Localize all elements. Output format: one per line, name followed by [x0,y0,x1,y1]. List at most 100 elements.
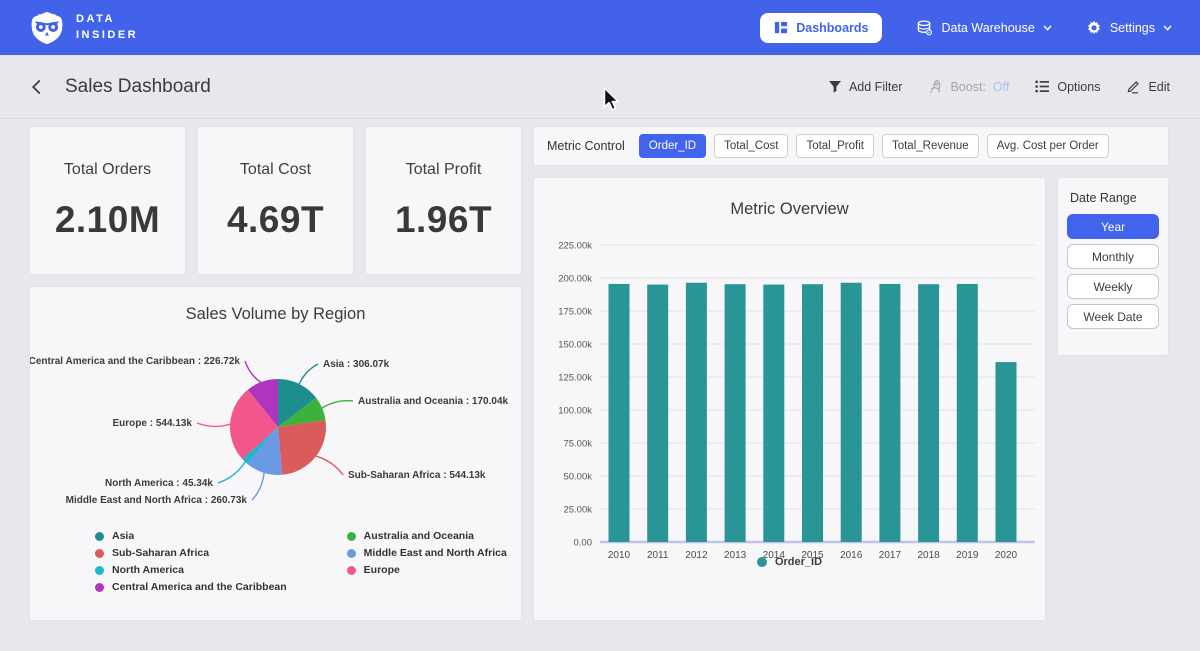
pencil-icon [1126,79,1141,94]
date-range-panel: Date Range Year Monthly Weekly Week Date [1058,178,1168,355]
bar-2012[interactable] [686,283,707,542]
bar-2019[interactable] [957,284,978,542]
kpi-value: 1.96T [395,199,492,241]
pie-slice-sub-saharan-africa[interactable] [278,420,326,475]
bar-2020[interactable] [996,362,1017,542]
options-button[interactable]: Options [1035,80,1100,94]
kpi-label: Total Cost [240,161,311,179]
legend-dot [95,566,104,575]
pie-chart-title: Sales Volume by Region [30,287,521,324]
bar-2016[interactable] [841,283,862,542]
date-range-weekly[interactable]: Weekly [1067,274,1159,299]
bar-2017[interactable] [879,284,900,542]
svg-text:100.00k: 100.00k [558,406,592,417]
legend-label: Asia [112,530,134,542]
metric-chip-total-profit[interactable]: Total_Profit [796,134,874,158]
kpi-card-total-profit: Total Profit 1.96T [366,127,521,274]
svg-text:225.00k: 225.00k [558,241,592,252]
bar-2010[interactable] [609,284,630,542]
legend-item-europe[interactable]: Europe [347,564,507,576]
legend-dot [347,532,356,541]
legend-item-sub-saharan-africa[interactable]: Sub-Saharan Africa [95,547,287,559]
metric-control-bar: Metric Control Order_ID Total_Cost Total_P… [534,127,1168,165]
dashboards-label: Dashboards [796,21,868,35]
filter-icon [828,80,842,94]
date-range-week-date[interactable]: Week Date [1067,304,1159,329]
metric-chip-order-id[interactable]: Order_ID [639,134,706,158]
metric-control-label: Metric Control [547,139,625,153]
svg-text:0.00: 0.00 [574,538,593,549]
legend-label: Middle East and North Africa [364,547,507,559]
legend-label: Sub-Saharan Africa [112,547,209,559]
bar-chart[interactable]: 0.0025.00k50.00k75.00k100.00k125.00k150.… [534,230,1045,570]
metric-overview-card: Metric Overview 0.0025.00k50.00k75.00k10… [534,178,1045,620]
pie-label: Middle East and North Africa : 260.73k [66,495,248,506]
legend-dot [347,566,356,575]
metric-chip-avg-cost-per-order[interactable]: Avg. Cost per Order [987,134,1109,158]
edit-button[interactable]: Edit [1126,79,1170,94]
boost-label: Boost: [950,80,985,94]
bar-chart-legend: Order_ID [534,556,1045,568]
boost-value: Off [993,80,1009,94]
metric-chip-total-cost[interactable]: Total_Cost [714,134,788,158]
legend-series-label: Order_ID [775,556,822,568]
settings-menu[interactable]: Settings [1086,20,1172,36]
date-range-label: Date Range [1070,191,1159,205]
bar-chart-title: Metric Overview [534,178,1045,219]
bar-2015[interactable] [802,284,823,542]
kpi-card-total-cost: Total Cost 4.69T [198,127,353,274]
kpi-value: 4.69T [227,199,324,241]
options-label: Options [1057,80,1100,94]
top-navbar: DATA INSIDER Dashboards Data Warehouse [0,0,1200,55]
data-warehouse-menu[interactable]: Data Warehouse [916,20,1051,36]
settings-label: Settings [1110,21,1155,35]
bar-2011[interactable] [647,285,668,542]
legend-dot [347,549,356,558]
legend-item-asia[interactable]: Asia [95,530,287,542]
pie-label: Europe : 544.13k [113,418,193,429]
rocket-icon [928,79,943,94]
kpi-label: Total Profit [406,161,482,179]
bar-2013[interactable] [725,284,746,542]
svg-text:150.00k: 150.00k [558,340,592,351]
dashboard-grid-icon [774,21,788,35]
owl-logo-icon [28,9,66,47]
metric-chip-total-revenue[interactable]: Total_Revenue [882,134,979,158]
brand-text: DATA INSIDER [76,12,138,44]
chevron-down-icon [1163,25,1172,31]
pie-label: North America : 45.34k [105,478,213,489]
sales-by-region-card: Sales Volume by Region Asia : 306.07k Aus… [30,287,521,620]
options-list-icon [1035,80,1050,93]
dashboards-button[interactable]: Dashboards [760,13,882,43]
legend-item-australia-and-oceania[interactable]: Australia and Oceania [347,530,507,542]
bar-2014[interactable] [763,285,784,542]
legend-label: Europe [364,564,400,576]
legend-label: North America [112,564,184,576]
legend-dot [95,549,104,558]
edit-label: Edit [1148,80,1170,94]
pie-chart-legend: Asia Sub-Saharan Africa North America Ce… [95,530,507,593]
date-range-year[interactable]: Year [1067,214,1159,239]
back-icon[interactable] [30,78,43,96]
legend-dot [757,557,767,567]
legend-item-middle-east-and-north-africa[interactable]: Middle East and North Africa [347,547,507,559]
gear-icon [1086,20,1102,36]
kpi-value: 2.10M [55,199,160,241]
pie-label: Asia : 306.07k [323,359,390,370]
legend-dot [95,532,104,541]
legend-item-north-america[interactable]: North America [95,564,287,576]
pie-label: Australia and Oceania : 170.04k [358,396,509,407]
svg-text:75.00k: 75.00k [563,439,592,450]
legend-item-central-america-and-the-caribbean[interactable]: Central America and the Caribbean [95,581,287,593]
svg-text:125.00k: 125.00k [558,373,592,384]
boost-toggle[interactable]: Boost: Off [928,79,1009,94]
page-header: Sales Dashboard Add Filter Boost: Off [0,55,1200,119]
bar-2018[interactable] [918,284,939,542]
pie-chart[interactable]: Asia : 306.07k Australia and Oceania : 17… [30,337,521,522]
data-warehouse-label: Data Warehouse [941,21,1034,35]
page-title: Sales Dashboard [65,76,211,98]
legend-label: Central America and the Caribbean [112,581,287,593]
kpi-card-total-orders: Total Orders 2.10M [30,127,185,274]
add-filter-button[interactable]: Add Filter [828,80,903,94]
date-range-monthly[interactable]: Monthly [1067,244,1159,269]
